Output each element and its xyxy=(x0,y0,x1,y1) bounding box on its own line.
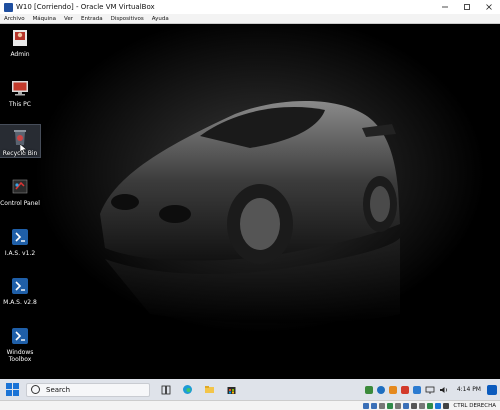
taskbar: Search 4:14 PM xyxy=(0,379,500,400)
menu-entrada[interactable]: Entrada xyxy=(77,16,107,22)
windows-logo-icon xyxy=(12,390,19,396)
desktop[interactable]: Admin This PC Recycle Bin Control Panel … xyxy=(0,24,500,379)
maximize-icon xyxy=(464,4,470,10)
menu-ver[interactable]: Ver xyxy=(60,16,77,22)
optical-drive-status-icon[interactable] xyxy=(371,402,378,409)
cpu-status-icon[interactable] xyxy=(427,402,434,409)
system-tray: 4:14 PM xyxy=(363,379,500,400)
volume-icon[interactable] xyxy=(439,386,449,394)
taskbar-edge-button[interactable] xyxy=(181,383,194,396)
close-icon xyxy=(486,4,492,10)
taskbar-file-explorer-button[interactable] xyxy=(203,383,216,396)
tray-app-icon[interactable] xyxy=(412,385,421,394)
windows-logo-icon xyxy=(12,383,19,389)
maximize-button[interactable] xyxy=(456,0,478,14)
mouse-integration-status-icon[interactable] xyxy=(435,402,442,409)
desktop-icon-label: This PC xyxy=(9,101,31,108)
edge-browser-icon xyxy=(183,385,192,394)
search-placeholder: Search xyxy=(46,385,71,394)
audio-status-icon[interactable] xyxy=(379,402,386,409)
vm-menu-bar: Archivo Máquina Ver Entrada Dispositivos… xyxy=(0,14,500,24)
powershell-script-icon xyxy=(12,278,28,294)
control-panel-icon xyxy=(12,179,28,194)
menu-maquina[interactable]: Máquina xyxy=(29,16,60,22)
notification-center-button[interactable] xyxy=(487,384,497,395)
mouse-cursor-icon xyxy=(20,144,28,154)
recording-status-icon[interactable] xyxy=(419,402,426,409)
powershell-script-icon xyxy=(12,328,28,344)
search-icon xyxy=(31,385,40,394)
windows-logo-icon xyxy=(5,390,12,396)
taskbar-search-box[interactable]: Search xyxy=(26,382,150,397)
tray-app-icon[interactable] xyxy=(376,385,385,394)
tray-app-icon[interactable] xyxy=(400,385,409,394)
desktop-icon-label: Windows Toolbox xyxy=(6,349,34,363)
desktop-icon-label: Control Panel xyxy=(0,200,40,207)
wallpaper-sports-car xyxy=(0,24,500,379)
start-button[interactable] xyxy=(4,382,20,398)
menu-ayuda[interactable]: Ayuda xyxy=(148,16,173,22)
minimize-icon xyxy=(442,6,448,8)
desktop-icon-label: Admin xyxy=(10,51,30,58)
display-status-icon[interactable] xyxy=(411,402,418,409)
window-title: W10 [Corriendo] - Oracle VM VirtualBox xyxy=(16,3,155,11)
powershell-script-icon xyxy=(12,229,28,245)
taskbar-clock[interactable]: 4:14 PM xyxy=(457,386,481,393)
virtualbox-icon xyxy=(4,2,13,12)
desktop-icon-label: M.A.S. v2.8 xyxy=(3,299,37,306)
task-view-button[interactable] xyxy=(159,383,172,396)
store-icon xyxy=(227,387,236,394)
vm-window-titlebar: W10 [Corriendo] - Oracle VM VirtualBox xyxy=(0,0,500,14)
user-folder-icon xyxy=(13,30,27,46)
desktop-icon-ias[interactable]: I.A.S. v1.2 xyxy=(0,225,40,257)
taskbar-store-button[interactable] xyxy=(225,383,238,396)
computer-icon xyxy=(12,81,28,96)
network-status-icon[interactable] xyxy=(387,402,394,409)
storage-status-icon[interactable] xyxy=(363,402,370,409)
desktop-icon-control-panel[interactable]: Control Panel xyxy=(0,175,40,207)
host-key-label: CTRL DERECHA xyxy=(453,402,496,409)
desktop-icon-this-pc[interactable]: This PC xyxy=(0,76,40,108)
desktop-icon-label: I.A.S. v1.2 xyxy=(4,250,36,257)
tray-app-icon[interactable] xyxy=(364,385,373,394)
shared-folders-status-icon[interactable] xyxy=(403,402,410,409)
folder-icon xyxy=(205,386,214,393)
minimize-button[interactable] xyxy=(434,0,456,14)
menu-archivo[interactable]: Archivo xyxy=(0,16,29,22)
menu-dispositivos[interactable]: Dispositivos xyxy=(107,16,148,22)
network-icon[interactable] xyxy=(425,386,435,394)
desktop-icon-admin[interactable]: Admin xyxy=(0,26,40,58)
task-view-icon xyxy=(161,385,170,394)
windows-logo-icon xyxy=(5,383,12,389)
usb-status-icon[interactable] xyxy=(395,402,402,409)
keyboard-status-icon[interactable] xyxy=(443,402,450,409)
desktop-icon-windows-toolbox[interactable]: Windows Toolbox xyxy=(0,324,40,363)
close-button[interactable] xyxy=(478,0,500,14)
tray-app-icon[interactable] xyxy=(388,385,397,394)
desktop-icon-mas[interactable]: M.A.S. v2.8 xyxy=(0,274,40,306)
